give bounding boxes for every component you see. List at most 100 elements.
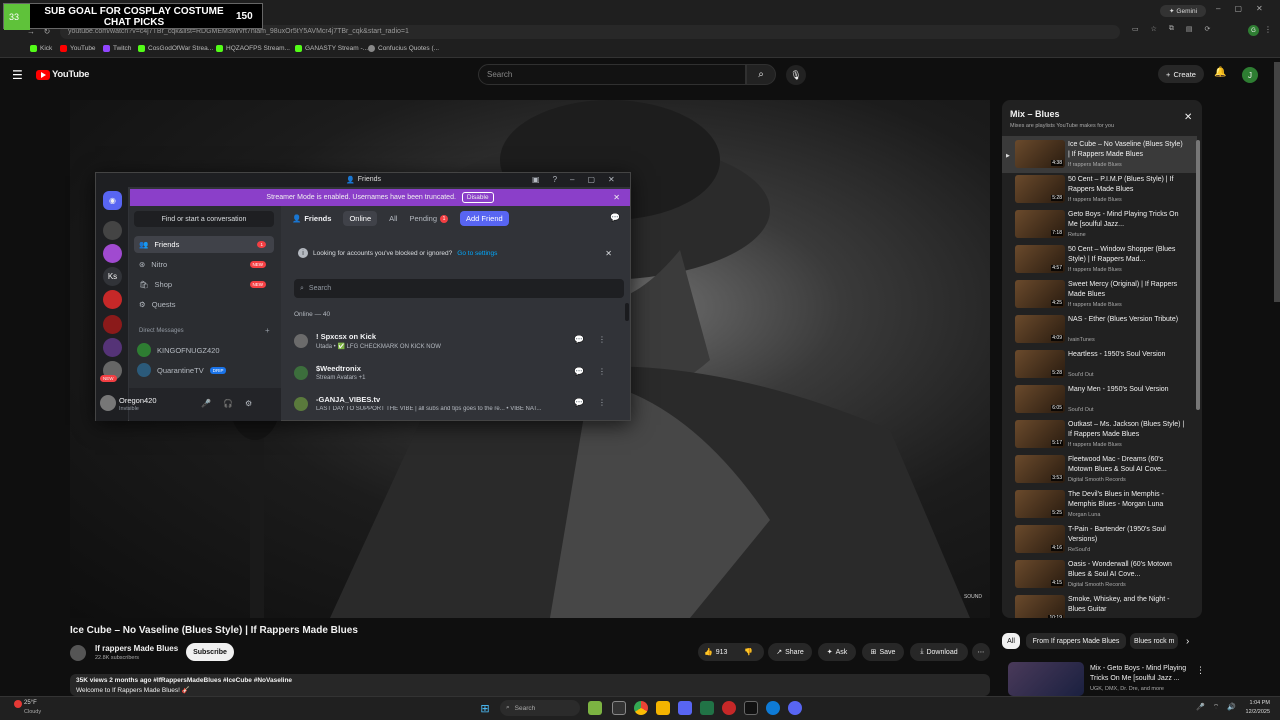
bookmark-hqzaofps[interactable]: HQZAOFPS Stream... (216, 45, 290, 52)
youtube-search-button[interactable]: ⌕ (746, 64, 776, 85)
disable-streamer-mode-button[interactable]: Disable (461, 192, 494, 203)
friend-row[interactable]: -GANJA_VIBES.tv LAST DAY TO SUPPORT THE … (292, 391, 617, 419)
playlist-item[interactable]: 4:09 NAS - Ether (Blues Version Tribute) I… (1002, 313, 1197, 348)
excel-icon[interactable] (700, 701, 714, 715)
app-icon[interactable] (588, 701, 602, 715)
next-mix-title[interactable]: Mix - Geto Boys - Mind Playing Tricks On… (1090, 664, 1190, 684)
extensions-icon[interactable]: ⧉ (1169, 25, 1174, 37)
edge-icon[interactable] (766, 701, 780, 715)
microphone-icon[interactable]: 🎤 (201, 399, 211, 408)
youtube-search-input[interactable]: Search (478, 64, 746, 85)
chip-from-channel[interactable]: From If rappers Made Blues (1026, 633, 1126, 649)
ask-button[interactable]: ✦ Ask (818, 643, 856, 661)
discord-home-icon[interactable]: ◉ (103, 191, 122, 210)
bookmark-twitch[interactable]: Twitch (103, 45, 131, 52)
settings-gear-icon[interactable]: ⚙ (245, 399, 252, 408)
server-icon[interactable] (103, 244, 122, 263)
clock-date[interactable]: 12/2/2025 (1238, 709, 1270, 715)
channel-avatar[interactable] (70, 645, 86, 661)
taskbar-search[interactable]: ⌕ Search (500, 700, 580, 716)
download-button[interactable]: ⤓ Download (910, 643, 968, 661)
gemini-button[interactable]: ✦ Gemini (1160, 5, 1206, 17)
server-icon[interactable] (103, 290, 122, 309)
thumbs-up-icon[interactable]: 👍 (704, 648, 713, 656)
app-icon[interactable] (744, 701, 758, 715)
discord-taskbar-icon[interactable] (678, 701, 692, 715)
discord-taskbar-icon[interactable] (788, 701, 802, 715)
playlist-item[interactable]: 5:28 Heartless - 1950's Soul Version Soul'… (1002, 348, 1197, 383)
message-icon[interactable]: 💬 (574, 367, 586, 379)
bookmark-star-icon[interactable]: ☆ (1151, 25, 1157, 37)
bookmark-cosgodofwar[interactable]: CosGodOfWar Strea... (138, 45, 213, 52)
channel-name[interactable]: If rappers Made Blues (95, 644, 178, 653)
new-group-dm-icon[interactable]: 💬 (610, 213, 620, 222)
user-avatar[interactable] (100, 395, 116, 411)
tab-online[interactable]: Online (343, 211, 378, 226)
tab-pending[interactable]: Pending 1 (409, 214, 448, 223)
window-controls[interactable]: –▢✕ (1216, 4, 1277, 13)
more-vertical-icon[interactable]: ⋮ (598, 335, 610, 347)
create-button[interactable]: + Create (1158, 65, 1204, 83)
sidepanel-icon[interactable]: ▤ (1186, 25, 1193, 37)
playlist-item[interactable]: 4:15 Oasis - Wonderwall (60's Motown Blue… (1002, 558, 1197, 593)
playlist-item[interactable]: 4:16 T-Pain - Bartender (1950's Soul Vers… (1002, 523, 1197, 558)
playlist-item[interactable]: 5:28 50 Cent – P.I.M.P (Blues Style) | If… (1002, 173, 1197, 208)
nav-shop[interactable]: 🛍 Shop NEW (134, 276, 274, 293)
next-mix-thumbnail[interactable] (1008, 662, 1084, 696)
friend-row[interactable]: ! Spxcsx on Kick Utada • ✅ LFG CHECKMARK… (292, 328, 617, 356)
server-icon-ks[interactable]: Ks (103, 267, 122, 286)
close-icon[interactable]: ✕ (605, 249, 612, 258)
thumbs-down-icon[interactable]: 👎 (744, 648, 753, 656)
save-button[interactable]: ⊞ Save (862, 643, 904, 661)
windows-start-icon[interactable]: ⊞ (478, 701, 492, 715)
chevron-right-icon[interactable]: › (1186, 636, 1189, 647)
page-scrollbar[interactable] (1274, 62, 1280, 302)
bookmark-youtube[interactable]: YouTube (60, 45, 96, 52)
friends-scrollbar[interactable] (625, 303, 629, 321)
nav-friends[interactable]: 👥 Friends 1 (134, 236, 274, 253)
server-icon[interactable] (103, 315, 122, 334)
clock-time[interactable]: 1:04 PM (1238, 700, 1270, 706)
more-vertical-icon[interactable]: ⋮ (1196, 665, 1205, 676)
bookmark-ganasty[interactable]: GANASTY Stream -... (295, 45, 368, 52)
close-icon[interactable]: ✕ (1184, 112, 1192, 123)
playlist-item[interactable]: 7:18 Geto Boys - Mind Playing Tricks On M… (1002, 208, 1197, 243)
find-conversation-button[interactable]: Find or start a conversation (134, 211, 274, 227)
tab-all[interactable]: All (389, 214, 397, 223)
cast-icon[interactable]: ▭ (1132, 25, 1139, 37)
go-to-settings-link[interactable]: Go to settings (457, 250, 497, 257)
message-icon[interactable]: 💬 (574, 398, 586, 410)
more-vertical-icon[interactable]: ⋮ (598, 398, 610, 410)
friend-row[interactable]: $Weedtronix Stream Avatars +1 💬 ⋮ (292, 360, 617, 388)
task-view-icon[interactable] (612, 701, 626, 715)
discord-window-controls[interactable]: ▣? – ▢ ✕ (532, 175, 615, 184)
sync-icon[interactable]: ⟳ (1205, 25, 1211, 37)
playlist-item[interactable]: 5:25 The Devil's Blues in Memphis - Memph… (1002, 488, 1197, 523)
subscribe-button[interactable]: Subscribe (186, 643, 234, 661)
playlist-item[interactable]: 6:05 Many Men - 1950's Soul Version Soul'd… (1002, 383, 1197, 418)
chip-blues-rock[interactable]: Blues rock m (1130, 633, 1178, 649)
playlist-item[interactable]: 4:25 Sweet Mercy (Original) | If Rappers … (1002, 278, 1197, 313)
bookmark-confucius[interactable]: Confucius Quotes (... (368, 45, 439, 52)
playlist-item[interactable]: 5:17 Outkast – Ms. Jackson (Blues Style) … (1002, 418, 1197, 453)
more-actions-button[interactable]: ⋯ (972, 643, 990, 661)
playlist-item[interactable]: 4:38 Ice Cube – No Vaseline (Blues Style)… (1002, 138, 1197, 173)
more-vertical-icon[interactable]: ⋮ (598, 367, 610, 379)
profile-avatar[interactable]: G (1248, 25, 1259, 36)
app-icon[interactable] (722, 701, 736, 715)
add-dm-icon[interactable]: + (265, 326, 270, 335)
server-icon[interactable] (103, 338, 122, 357)
message-icon[interactable]: 💬 (574, 335, 586, 347)
friends-search-input[interactable]: ⌕ Search (294, 279, 624, 298)
share-button[interactable]: ↗ Share (768, 643, 812, 661)
close-icon[interactable]: ✕ (613, 193, 620, 202)
weather-temp[interactable]: 25°F (24, 700, 37, 706)
menu-dots-icon[interactable]: ⋮ (1264, 25, 1272, 34)
system-tray[interactable]: 🎤 ⌔ 🔊 (1196, 703, 1236, 712)
nav-nitro[interactable]: ⊛ Nitro NEW (134, 256, 274, 273)
file-explorer-icon[interactable] (656, 701, 670, 715)
chip-all[interactable]: All (1002, 633, 1020, 649)
playlist-item[interactable]: 10:19 Smoke, Whiskey, and the Night - Blu… (1002, 593, 1197, 618)
account-avatar[interactable]: J (1242, 67, 1258, 83)
hamburger-menu-icon[interactable]: ☰ (12, 68, 23, 82)
